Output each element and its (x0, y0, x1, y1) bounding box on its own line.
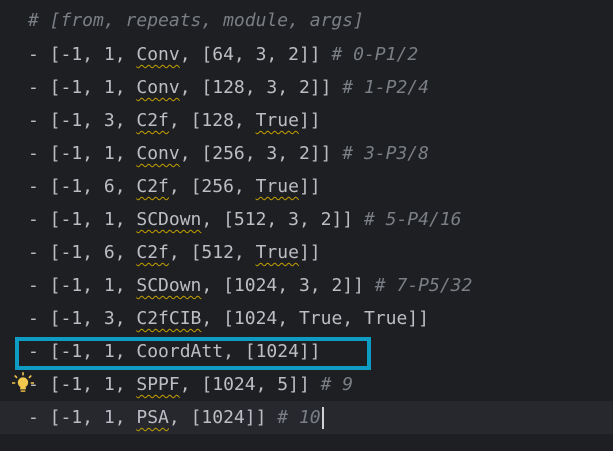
line-args: , [1024]] (168, 407, 267, 428)
line-args: , [512, (168, 242, 256, 263)
line-args: , [256, 3, 2]] (179, 143, 332, 164)
line-prefix: - [-1, 1, (28, 407, 137, 428)
header-comment: # [from, repeats, module, args] (28, 10, 364, 31)
highlight-box (15, 337, 371, 370)
line-comment: # 1-P2/4 (331, 77, 429, 98)
line-comment: # 5-P4/16 (353, 209, 462, 230)
text-caret (321, 407, 324, 429)
line-args-end: ]] (298, 176, 321, 197)
module-name: Conv (136, 77, 180, 98)
line-args: , [128, (168, 110, 256, 131)
line-args: , [64, 3, 2]] (179, 44, 321, 65)
code-editor[interactable]: # [from, repeats, module, args] - [-1, 1… (0, 0, 613, 451)
module-name: SCDown (136, 275, 202, 296)
line-prefix: - [-1, 1, (28, 44, 137, 65)
line-args: , [1024, True, True]] (201, 308, 429, 329)
line-prefix: - [-1, 1, (28, 77, 137, 98)
line-comment: # 0-P1/2 (320, 44, 419, 65)
line-prefix: - [-1, 1, (28, 209, 137, 230)
line-args: , [256, (168, 176, 256, 197)
line-args: , [128, 3, 2]] (179, 77, 332, 98)
line-comment: # 7-P5/32 (363, 275, 473, 296)
line-prefix: - [-1, 1, (28, 143, 137, 164)
module-name: Conv (136, 44, 180, 65)
code-line-7[interactable]: - [-1, 6, C2f, [512, True]] (0, 236, 613, 269)
code-line-3[interactable]: - [-1, 3, C2f, [128, True]] (0, 104, 613, 137)
code-line-6[interactable]: - [-1, 1, SCDown, [512, 3, 2]] # 5-P4/16 (0, 203, 613, 236)
code-line-8[interactable]: - [-1, 1, SCDown, [1024, 3, 2]] # 7-P5/3… (0, 269, 613, 302)
module-name: C2f (136, 242, 169, 263)
line-prefix: - [-1, 3, (28, 110, 137, 131)
module-name: SPPF (136, 374, 180, 395)
lightbulb-icon[interactable] (12, 372, 34, 394)
line-args-end: ]] (298, 110, 321, 131)
line-prefix: - [-1, 1, (28, 374, 137, 395)
line-prefix: - [-1, 3, (28, 308, 137, 329)
line-args: , [1024, 3, 2]] (201, 275, 364, 296)
module-name: C2fCIB (136, 308, 202, 329)
line-prefix: - [-1, 1, (28, 275, 137, 296)
line-args-end: ]] (298, 242, 321, 263)
code-line-5[interactable]: - [-1, 6, C2f, [256, True]] (0, 170, 613, 203)
code-line-9[interactable]: - [-1, 3, C2fCIB, [1024, True, True]] (0, 302, 613, 335)
line-args: , [512, 3, 2]] (201, 209, 354, 230)
line-comment: # 9 (309, 374, 354, 395)
line-prefix: - [-1, 6, (28, 242, 137, 263)
line-comment: # 10 (266, 407, 321, 428)
code-line-2[interactable]: - [-1, 1, Conv, [128, 3, 2]] # 1-P2/4 (0, 71, 613, 104)
bool-flag: True (255, 242, 299, 263)
line-args: , [1024, 5]] (179, 374, 310, 395)
module-name: SCDown (136, 209, 202, 230)
code-line-4[interactable]: - [-1, 1, Conv, [256, 3, 2]] # 3-P3/8 (0, 137, 613, 170)
line-comment: # 3-P3/8 (331, 143, 429, 164)
bool-flag: True (255, 110, 299, 131)
code-line-12[interactable]: - [-1, 1, PSA, [1024]] # 10 (0, 401, 613, 434)
bool-flag: True (255, 176, 299, 197)
module-name: C2f (136, 176, 169, 197)
code-line-1[interactable]: - [-1, 1, Conv, [64, 3, 2]] # 0-P1/2 (0, 38, 613, 71)
line-prefix: - [-1, 6, (28, 176, 137, 197)
module-name: C2f (136, 110, 169, 131)
module-name: Conv (136, 143, 180, 164)
code-line-11[interactable]: - [-1, 1, SPPF, [1024, 5]] # 9 (0, 368, 613, 401)
code-line-header[interactable]: # [from, repeats, module, args] (0, 4, 613, 37)
module-name: PSA (136, 407, 169, 428)
